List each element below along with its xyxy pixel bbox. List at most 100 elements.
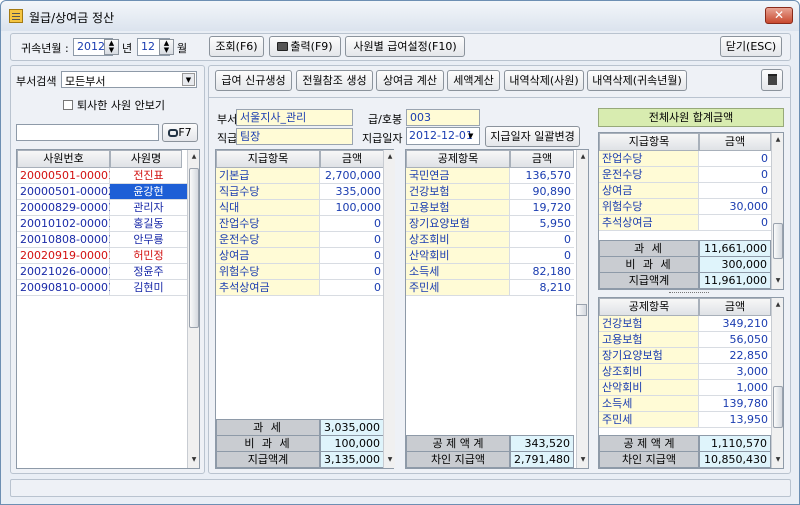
summary-pay-scrollbar[interactable]: ▲ ▼: [771, 133, 783, 289]
scroll-thumb[interactable]: [773, 386, 783, 428]
bonus-calc-button[interactable]: 상여금 계산: [376, 70, 444, 91]
delete-month-button[interactable]: 내역삭제(귀속년월): [587, 70, 687, 91]
item-amount[interactable]: 0: [320, 248, 384, 264]
delete-employee-button[interactable]: 내역삭제(사원): [504, 70, 584, 91]
item-amount[interactable]: 139,780: [699, 396, 771, 412]
item-name[interactable]: 고용보험: [406, 200, 510, 216]
item-amount[interactable]: 0: [699, 183, 771, 199]
item-amount[interactable]: 90,890: [510, 184, 574, 200]
item-amount[interactable]: 136,570: [510, 168, 574, 184]
scroll-up-icon[interactable]: ▲: [773, 135, 783, 145]
item-amount[interactable]: 0: [510, 248, 574, 264]
item-amount[interactable]: 8,210: [510, 280, 574, 296]
item-amount[interactable]: 0: [320, 264, 384, 280]
item-amount[interactable]: 1,000: [699, 380, 771, 396]
item-amount[interactable]: 13,950: [699, 412, 771, 428]
item-name[interactable]: 산악회비: [599, 380, 699, 396]
employee-row[interactable]: 20000829-00001 관리자: [17, 200, 187, 216]
item-name[interactable]: 소득세: [406, 264, 510, 280]
splitter-handle[interactable]: [576, 304, 587, 316]
summary-splitter[interactable]: [669, 292, 709, 294]
item-name[interactable]: 상조회비: [599, 364, 699, 380]
item-amount[interactable]: 100,000: [320, 200, 384, 216]
item-name[interactable]: 소득세: [599, 396, 699, 412]
paydate-select[interactable]: 2012-12-01 ▼: [406, 127, 480, 145]
employee-row[interactable]: 20020919-00001 허민정: [17, 248, 187, 264]
salary-setting-button[interactable]: 사원별 급여설정(F10): [345, 36, 465, 57]
item-amount[interactable]: 3,000: [699, 364, 771, 380]
scroll-down-icon[interactable]: ▼: [773, 276, 783, 286]
item-name[interactable]: 건강보험: [599, 316, 699, 332]
employee-row[interactable]: 20000501-00001 전진표: [17, 168, 187, 184]
position-field[interactable]: 팀장: [236, 128, 353, 145]
search-button[interactable]: F7: [162, 123, 198, 142]
item-name[interactable]: 주민세: [406, 280, 510, 296]
scroll-down-icon[interactable]: ▼: [385, 455, 395, 465]
pay-scrollbar[interactable]: ▲ ▼: [383, 150, 395, 468]
item-amount[interactable]: 335,000: [320, 184, 384, 200]
item-amount[interactable]: 22,850: [699, 348, 771, 364]
item-name[interactable]: 주민세: [599, 412, 699, 428]
item-amount[interactable]: 0: [699, 151, 771, 167]
employee-row[interactable]: 20021026-00001 정윤주: [17, 264, 187, 280]
close-button[interactable]: 닫기(ESC): [720, 36, 782, 57]
item-amount[interactable]: 0: [320, 216, 384, 232]
employee-row[interactable]: 20000501-00002 윤강현: [17, 184, 187, 200]
scroll-down-icon[interactable]: ▼: [578, 455, 588, 465]
item-amount[interactable]: 5,950: [510, 216, 574, 232]
item-name[interactable]: 장기요양보험: [599, 348, 699, 364]
item-name[interactable]: 잔업수당: [599, 151, 699, 167]
year-spinner[interactable]: ▲ ▼: [104, 39, 119, 55]
item-name[interactable]: 직급수당: [216, 184, 320, 200]
employee-row[interactable]: 20010808-00001 안무룡: [17, 232, 187, 248]
employee-scrollbar[interactable]: ▲ ▼: [187, 150, 199, 468]
trash-button[interactable]: [761, 69, 783, 91]
item-amount[interactable]: 2,700,000: [320, 168, 384, 184]
item-name[interactable]: 위험수당: [599, 199, 699, 215]
item-name[interactable]: 기본급: [216, 168, 320, 184]
item-amount[interactable]: 349,210: [699, 316, 771, 332]
scroll-thumb[interactable]: [773, 223, 783, 259]
item-name[interactable]: 상여금: [599, 183, 699, 199]
scroll-up-icon[interactable]: ▲: [773, 300, 783, 310]
item-name[interactable]: 운전수당: [599, 167, 699, 183]
paydate-bulk-button[interactable]: 지급일자 일괄변경: [485, 126, 580, 147]
month-spinner[interactable]: ▲ ▼: [159, 39, 174, 55]
query-button[interactable]: 조회(F6): [209, 36, 264, 57]
scroll-down-icon[interactable]: ▼: [189, 455, 199, 465]
scroll-up-icon[interactable]: ▲: [189, 152, 199, 162]
item-name[interactable]: 고용보험: [599, 332, 699, 348]
item-amount[interactable]: 0: [510, 232, 574, 248]
new-salary-button[interactable]: 급여 신규생성: [215, 70, 292, 91]
item-name[interactable]: 위험수당: [216, 264, 320, 280]
dept-field[interactable]: 서울지사_관리: [236, 109, 353, 126]
item-name[interactable]: 추석상여금: [599, 215, 699, 231]
scroll-down-icon[interactable]: ▼: [773, 455, 783, 465]
item-amount[interactable]: 30,000: [699, 199, 771, 215]
item-name[interactable]: 운전수당: [216, 232, 320, 248]
dept-select[interactable]: 모든부서 ▼: [61, 71, 197, 88]
item-amount[interactable]: 0: [320, 232, 384, 248]
scroll-thumb[interactable]: [189, 168, 199, 328]
item-amount[interactable]: 56,050: [699, 332, 771, 348]
item-amount[interactable]: 0: [320, 280, 384, 296]
item-name[interactable]: 상여금: [216, 248, 320, 264]
item-amount[interactable]: 19,720: [510, 200, 574, 216]
employee-row[interactable]: 20010102-00001 홍길동: [17, 216, 187, 232]
employee-row[interactable]: 20090810-00001 김현미: [17, 280, 187, 296]
summary-ded-scrollbar[interactable]: ▲ ▼: [771, 298, 783, 468]
item-name[interactable]: 추석상여금: [216, 280, 320, 296]
item-name[interactable]: 산악회비: [406, 248, 510, 264]
tax-calc-button[interactable]: 세액계산: [447, 70, 500, 91]
item-amount[interactable]: 0: [699, 215, 771, 231]
item-name[interactable]: 식대: [216, 200, 320, 216]
item-name[interactable]: 국민연금: [406, 168, 510, 184]
print-button[interactable]: 출력(F9): [269, 36, 341, 57]
grade-field[interactable]: 003: [406, 109, 480, 126]
item-name[interactable]: 상조회비: [406, 232, 510, 248]
item-name[interactable]: 장기요양보험: [406, 216, 510, 232]
employee-search-input[interactable]: [16, 124, 159, 141]
retired-checkbox[interactable]: [63, 100, 73, 110]
scroll-up-icon[interactable]: ▲: [385, 152, 395, 162]
item-name[interactable]: 잔업수당: [216, 216, 320, 232]
